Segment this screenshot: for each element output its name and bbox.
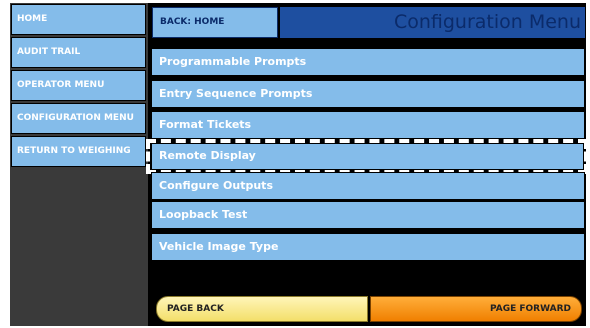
main-panel: BACK: HOME Configuration Menu Programmab… [146,3,588,326]
sidebar-item-audit-trail[interactable]: AUDIT TRAIL [11,37,146,68]
sidebar-item-home[interactable]: HOME [11,4,146,35]
menu-item-configure-outputs[interactable]: Configure Outputs [151,172,585,200]
page-title: Configuration Menu [393,11,581,33]
page-forward-button[interactable]: PAGE FORWARD [370,296,582,322]
menu-item-format-tickets[interactable]: Format Tickets [151,111,585,139]
menu-item-entry-sequence-prompts[interactable]: Entry Sequence Prompts [151,80,585,108]
configuration-screen: HOME AUDIT TRAIL OPERATOR MENU CONFIGURA… [10,3,588,326]
title-bar: Configuration Menu [280,7,585,38]
sidebar-item-return-to-weighing[interactable]: RETURN TO WEIGHING [11,136,146,167]
page-back-button[interactable]: PAGE BACK [156,296,368,322]
menu-item-vehicle-image-type[interactable]: Vehicle Image Type [151,233,585,261]
sidebar-item-configuration-menu[interactable]: CONFIGURATION MENU [11,103,146,134]
sidebar-item-operator-menu[interactable]: OPERATOR MENU [11,70,146,101]
menu-item-label: Remote Display [159,149,256,162]
menu-item-programmable-prompts[interactable]: Programmable Prompts [151,48,585,76]
menu-item-loopback-test[interactable]: Loopback Test [151,201,585,229]
sidebar: HOME AUDIT TRAIL OPERATOR MENU CONFIGURA… [10,3,148,326]
back-home-button[interactable]: BACK: HOME [152,7,278,38]
menu-item-remote-display[interactable]: Remote Display [146,139,588,174]
